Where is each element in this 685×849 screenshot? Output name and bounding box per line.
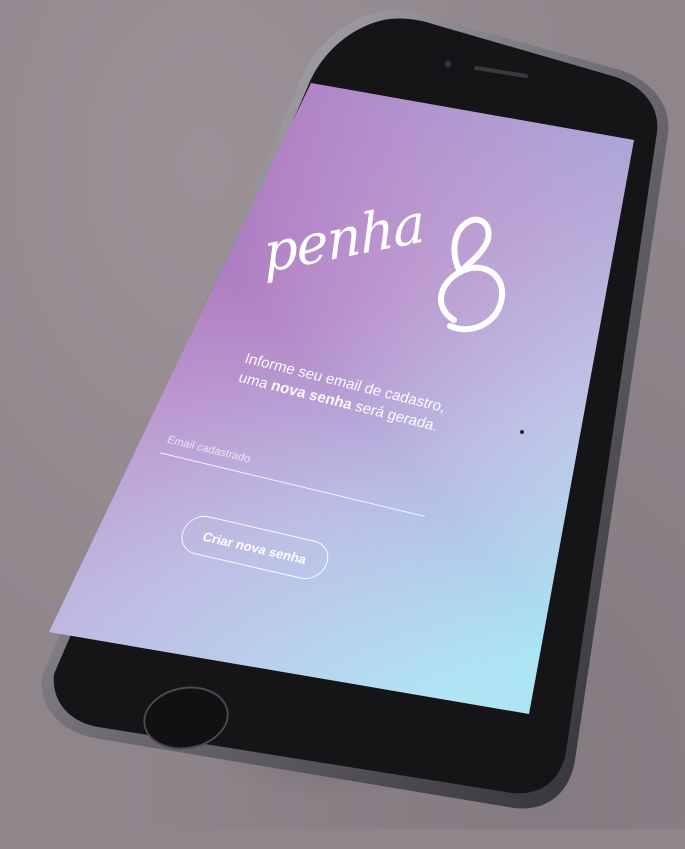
side-sensor <box>520 430 524 434</box>
front-camera <box>445 61 451 67</box>
phone-device <box>41 10 669 809</box>
logo-loop-icon <box>438 216 506 333</box>
